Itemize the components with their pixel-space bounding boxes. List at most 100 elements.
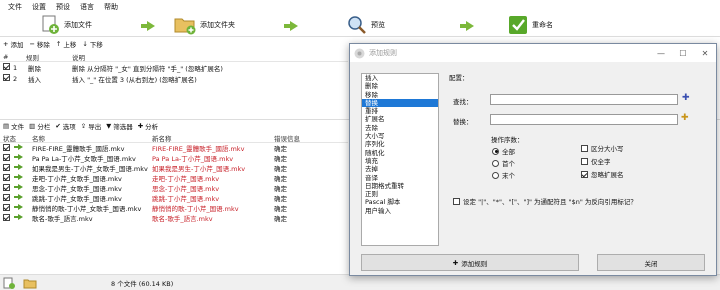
analyze-button[interactable]: ✚ 分析 [138,121,158,131]
close-dialog-button[interactable]: 关闭 [597,254,705,271]
maximize-button[interactable]: ☐ [672,44,694,62]
config-label: 配置： [449,74,469,82]
dialog-titlebar: 添加规则 — ☐ ✕ [350,44,716,62]
maximize-icon: ☐ [679,48,687,58]
file-row[interactable]: FIRE-FIRE_靈體歌手_國語.mkv FIRE-FIRE_靈體歌手_國語.m… [0,143,348,153]
file-checkbox[interactable] [3,163,10,171]
add-folder-small-icon[interactable] [23,277,37,289]
files-menu-button[interactable]: ▤ 文件 [3,121,24,131]
file-checkbox[interactable] [3,153,10,161]
checkmark-icon [509,16,527,34]
filter-button[interactable]: ▼ 筛选器 [106,121,133,131]
file-name: 走吧-丁小芹_女歌手_国语.mkv [32,175,122,183]
rule-type-item[interactable]: 删除 [362,82,438,90]
add-rule-dialog: 添加规则 — ☐ ✕ 插入 删除 移除 替换 重排 扩展名 去除 大小写 序列化 随机化 填充 去掉音… [349,43,717,276]
export-icon: ⇪ [80,122,87,130]
file-name: 跳跳-丁小芹_女歌手_国语.mkv [32,195,122,203]
minimize-icon: — [657,48,665,58]
rule-row[interactable]: 2 插入 插入 "_" 在位置 3 (从右到左) (忽略扩展名) [0,73,348,84]
files-header: 状态 名称 新名称 错误信息 [0,133,348,143]
menu-file[interactable]: 文件 [3,2,27,12]
move-down-button[interactable]: ↓ 下移 [82,39,102,49]
file-row[interactable]: 思念-丁小芹_女歌手_国语.mkv 思念-丁小芹_国语.mkv 确定 [0,183,348,193]
tag-icon[interactable]: ✚ [681,113,689,123]
meta-chars-checkbox[interactable]: 设定 "|"、"*"、"["、"]" 为通配符且 "$n" 为反向引用标记？ [453,196,637,206]
file-row[interactable]: 歌名-歌手_語言.mkv 歌名-歌手_語言.mkv 确定 [0,213,348,223]
file-error: 确定 [274,185,287,193]
file-checkbox[interactable] [3,193,10,201]
file-checkbox[interactable] [3,213,10,221]
case-sensitive-checkbox[interactable]: 区分大小写 [581,143,624,153]
preview-button[interactable]: 预览 [347,15,385,35]
add-files-small-icon[interactable] [3,277,15,289]
rule-type-item[interactable]: 日期格式重转 [362,182,438,190]
skip-extension-checkbox[interactable]: 忽略扩展名 [581,169,624,179]
file-name: 如果我是男生-丁小芹_女歌手_国语.mkv [32,165,148,173]
export-button[interactable]: ⇪ 导出 [81,121,101,131]
close-icon: ✕ [701,48,709,58]
order-last-radio[interactable]: 末个 [492,170,515,180]
add-rule-button[interactable]: + 添加 [3,39,23,49]
rule-type-item[interactable]: 替换 [362,98,438,108]
menu-language[interactable]: 语言 [75,2,99,12]
order-first-radio[interactable]: 首个 [492,158,515,168]
rule-type-item[interactable]: 移除 [362,91,438,99]
whole-words-checkbox[interactable]: 仅全字 [581,156,611,166]
step-arrow-icon [460,21,474,31]
rule-checkbox[interactable] [3,63,10,70]
add-folder-button[interactable]: 添加文件夹 [174,15,235,35]
rule-type-item[interactable]: 去掉 [362,165,438,173]
rule-row[interactable]: 1 删除 删除 从分隔符 "_女" 直到分隔符 "手_" (忽略扩展名) [0,62,348,73]
file-row[interactable]: 走吧-丁小芹_女歌手_国语.mkv 走吧-丁小芹_国语.mkv 确定 [0,173,348,183]
columns-button[interactable]: ▥ 分栏 [29,121,50,131]
file-new-name: Pa Pa La-丁小芹_国语.mkv [152,155,234,163]
rename-arrow-icon [14,154,23,160]
order-all-radio[interactable]: 全部 [492,146,515,156]
file-row[interactable]: 如果我是男生-丁小芹_女歌手_国语.mkv 如果我是男生-丁小芹_国语.mkv 确定 [0,163,348,173]
add-rule-confirm-button[interactable]: ✚ 添加规则 [361,254,579,271]
rule-type-item[interactable]: 音译 [362,174,438,182]
plus-icon: + [3,40,9,48]
menu-presets[interactable]: 预设 [51,2,75,12]
find-input[interactable] [490,94,678,105]
file-checkbox[interactable] [3,183,10,191]
file-new-name: FIRE-FIRE_靈體歌手_國語.mkv [152,145,245,153]
file-row[interactable]: Pa Pa La-丁小芹_女歌手_国语.mkv Pa Pa La-丁小芹_国语.m… [0,153,348,163]
options-button[interactable]: ✔ 选项 [55,121,75,131]
rule-type-item[interactable]: 用户输入 [362,207,438,215]
add-files-button[interactable]: 添加文件 [40,15,92,35]
analyze-icon: ✚ [137,122,144,130]
file-checkbox[interactable] [3,143,10,151]
status-text: 8 个文件 (60.14 KB) [111,279,174,288]
file-checkbox[interactable] [3,173,10,181]
menu-settings[interactable]: 设置 [27,2,51,12]
insert-meta-tag-icon[interactable]: ✚ [682,93,690,103]
close-window-button[interactable]: ✕ [694,44,716,62]
add-files-label: 添加文件 [64,21,92,29]
minimize-button[interactable]: — [650,44,672,62]
rule-checkbox[interactable] [3,74,10,81]
rule-type-item[interactable]: 去除 [362,124,438,132]
rules-header: # 规则 说明 [0,52,348,62]
filter-icon: ▼ [106,122,112,130]
menu-bar: 文件 设置 预设 语言 帮助 [0,0,720,13]
file-checkbox[interactable] [3,203,10,211]
rule-type-item[interactable]: Pascal 脚本 [362,198,438,206]
rename-arrow-icon [14,194,23,200]
file-name: 静悄悄的歌-丁小芹_女歌手_国语.mkv [32,205,142,213]
rule-type-item[interactable]: 序列化 [362,140,438,148]
app-icon [354,48,365,58]
file-row[interactable]: 跳跳-丁小芹_女歌手_国语.mkv 跳跳-丁小芹_国语.mkv 确定 [0,193,348,203]
rule-type-list[interactable]: 插入 删除 移除 替换 重排 扩展名 去除 大小写 序列化 随机化 填充 去掉 音译 日期格式重转 正则 Pa… [361,73,439,246]
move-up-button[interactable]: ↑ 上移 [56,39,76,49]
replace-label: 替换： [453,118,473,126]
remove-rule-button[interactable]: − 移除 [29,39,49,49]
file-row[interactable]: 静悄悄的歌-丁小芹_女歌手_国语.mkv 静悄悄的歌-丁小芹_国语.mkv 确定 [0,203,348,213]
rename-arrow-icon [14,184,23,190]
rule-type-item[interactable]: 随机化 [362,149,438,157]
files-table: 状态 名称 新名称 错误信息 FIRE-FIRE_靈體歌手_國語.mkv FIRE… [0,133,348,223]
rule-type-item[interactable]: 扩展名 [362,115,438,123]
replace-input[interactable] [490,114,678,125]
rename-button[interactable]: 重命名 [508,15,553,35]
menu-help[interactable]: 帮助 [99,2,123,12]
